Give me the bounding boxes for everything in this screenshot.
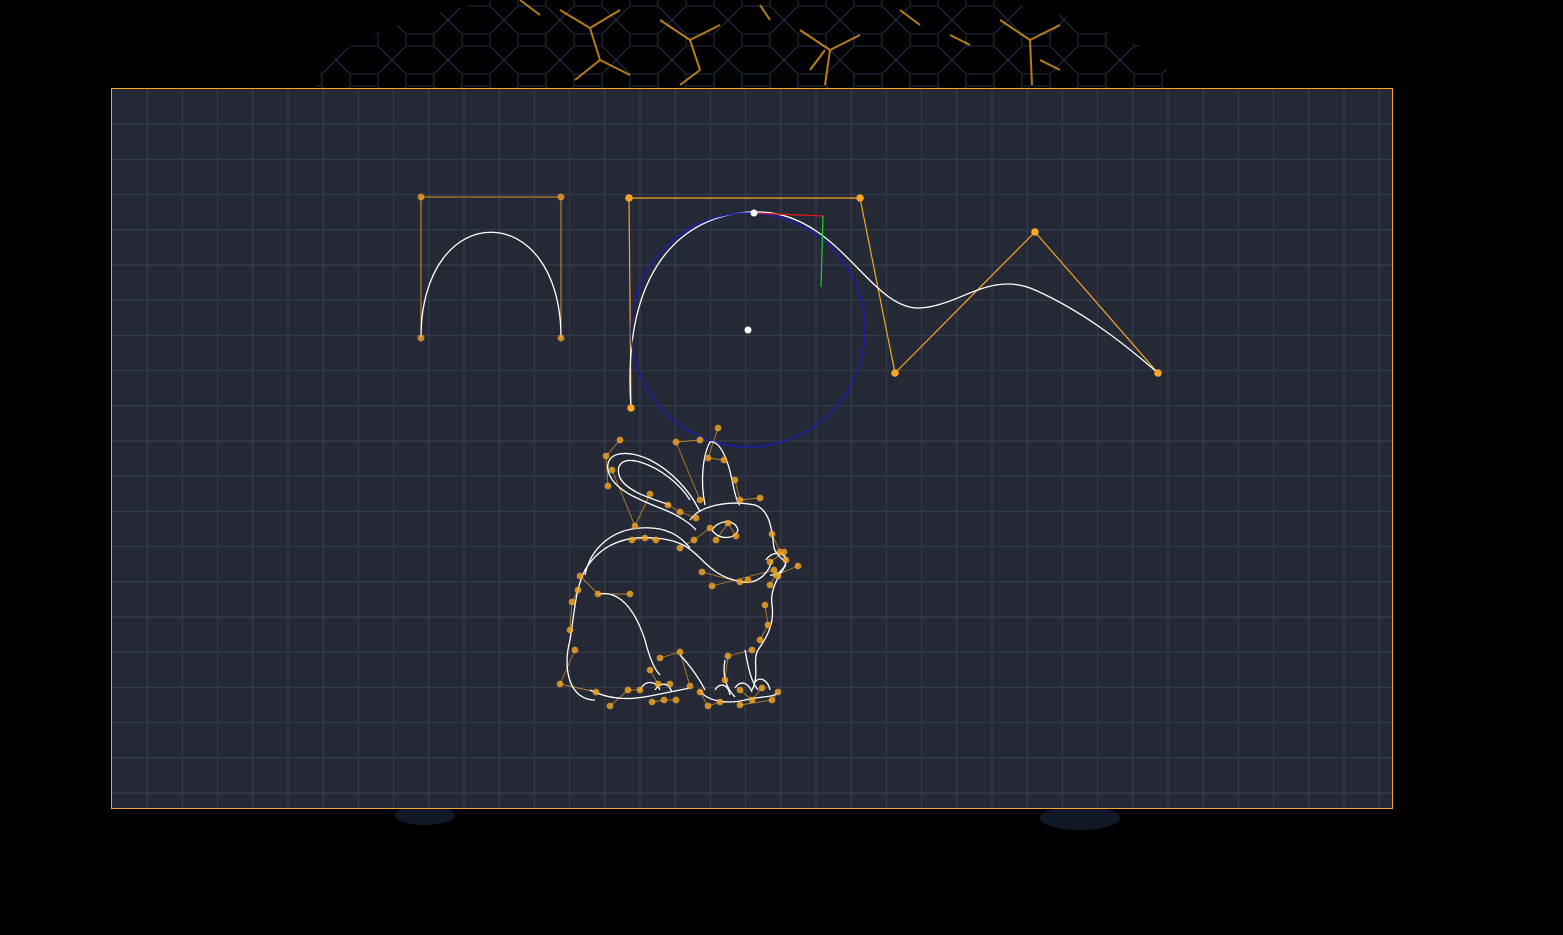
bunny-control-point[interactable] [736,578,744,586]
bunny-control-point[interactable] [666,680,674,688]
bunny-control-point[interactable] [628,536,636,544]
bunny-control-point[interactable] [571,646,579,654]
bunny-control-point[interactable] [756,494,764,502]
bunny-control-point[interactable] [761,601,769,609]
bunny-control-point[interactable] [602,452,610,460]
bunny-control-point[interactable] [716,698,724,706]
bunny-control-point[interactable] [774,572,782,580]
bunny-control-point[interactable] [624,686,632,694]
bunny-control-point[interactable] [768,696,776,704]
bunny-control-point[interactable] [672,696,680,704]
bunny-control-point[interactable] [646,666,654,674]
bunny-control-point[interactable] [631,522,639,530]
arch-control-point[interactable] [417,193,425,201]
bunny-control-point[interactable] [654,680,662,688]
bunny-control-point[interactable] [672,438,680,446]
bunny-control-point[interactable] [608,466,616,474]
bunny-control-point[interactable] [556,680,564,688]
wave-control-point[interactable] [1031,228,1039,236]
arch-control-point[interactable] [557,334,565,342]
bunny-control-point[interactable] [692,514,700,522]
bunny-control-point[interactable] [744,576,752,584]
arch-control-point[interactable] [557,193,565,201]
bunny-control-point[interactable] [748,646,756,654]
bunny-control-point[interactable] [732,532,740,540]
bunny-control-point[interactable] [594,590,602,598]
bunny-control-point[interactable] [648,698,656,706]
bunny-control-point[interactable] [724,519,732,527]
bunny-control-point[interactable] [721,676,729,684]
bunny-control-point[interactable] [626,590,634,598]
bunny-control-point[interactable] [780,548,788,556]
bunny-control-point[interactable] [574,586,582,594]
bunny-control-point[interactable] [756,636,764,644]
bunny-control-point[interactable] [736,686,744,694]
bunny-control-point[interactable] [764,621,772,629]
bunny-control-point[interactable] [706,524,714,532]
bunny-control-point[interactable] [636,686,644,694]
bunny-control-point[interactable] [604,482,612,490]
wave-control-point[interactable] [891,369,899,377]
bunny-control-point[interactable] [704,454,712,462]
bunny-control-point[interactable] [714,424,722,432]
bunny-control-point[interactable] [696,436,704,444]
bunny-control-point[interactable] [566,626,574,634]
bunny-control-point[interactable] [770,566,778,574]
bunny-control-point[interactable] [641,534,649,542]
bunny-control-point[interactable] [606,702,614,710]
bunny-control-point[interactable] [774,688,782,696]
bunny-control-point[interactable] [766,558,774,566]
bunny-control-point[interactable] [708,582,716,590]
bunny-control-point[interactable] [696,496,704,504]
bunny-control-point[interactable] [748,696,756,704]
bunny-control-point[interactable] [782,556,790,564]
bunny-control-point[interactable] [724,652,732,660]
wave-control-point[interactable] [1154,369,1162,377]
bunny-control-point[interactable] [712,536,720,544]
bunny-control-point[interactable] [704,702,712,710]
bunny-control-point[interactable] [720,456,728,464]
bunny-control-point[interactable] [698,568,706,576]
bunny-control-point[interactable] [652,536,660,544]
bunny-control-point[interactable] [690,536,698,544]
circle-center-point[interactable] [744,326,752,334]
bunny-control-point[interactable] [664,501,672,509]
bunny-control-point[interactable] [660,696,668,704]
wave-control-point[interactable] [625,194,633,202]
bunny-control-point[interactable] [758,684,766,692]
bunny-control-point[interactable] [646,490,654,498]
bunny-control-point[interactable] [736,701,744,709]
circle-top-handle[interactable] [750,209,758,217]
bunny-control-point[interactable] [576,572,584,580]
bunny-control-point[interactable] [676,508,684,516]
bunny-control-point[interactable] [768,530,776,538]
curve-editor-scene[interactable] [0,0,1563,935]
arch-control-point[interactable] [417,334,425,342]
bunny-control-point[interactable] [696,688,704,696]
bunny-control-point[interactable] [616,436,624,444]
bunny-control-point[interactable] [736,496,744,504]
bunny-control-point[interactable] [568,598,576,606]
wave-control-point[interactable] [856,194,864,202]
bunny-control-point[interactable] [656,654,664,662]
bunny-control-point[interactable] [592,688,600,696]
bunny-control-point[interactable] [794,562,802,570]
wave-control-point[interactable] [627,404,635,412]
bunny-control-point[interactable] [766,581,774,589]
editor-viewport[interactable] [0,0,1563,935]
bunny-control-point[interactable] [676,648,684,656]
bunny-control-point[interactable] [686,682,694,690]
bunny-control-point[interactable] [676,544,684,552]
bunny-control-point[interactable] [731,476,739,484]
